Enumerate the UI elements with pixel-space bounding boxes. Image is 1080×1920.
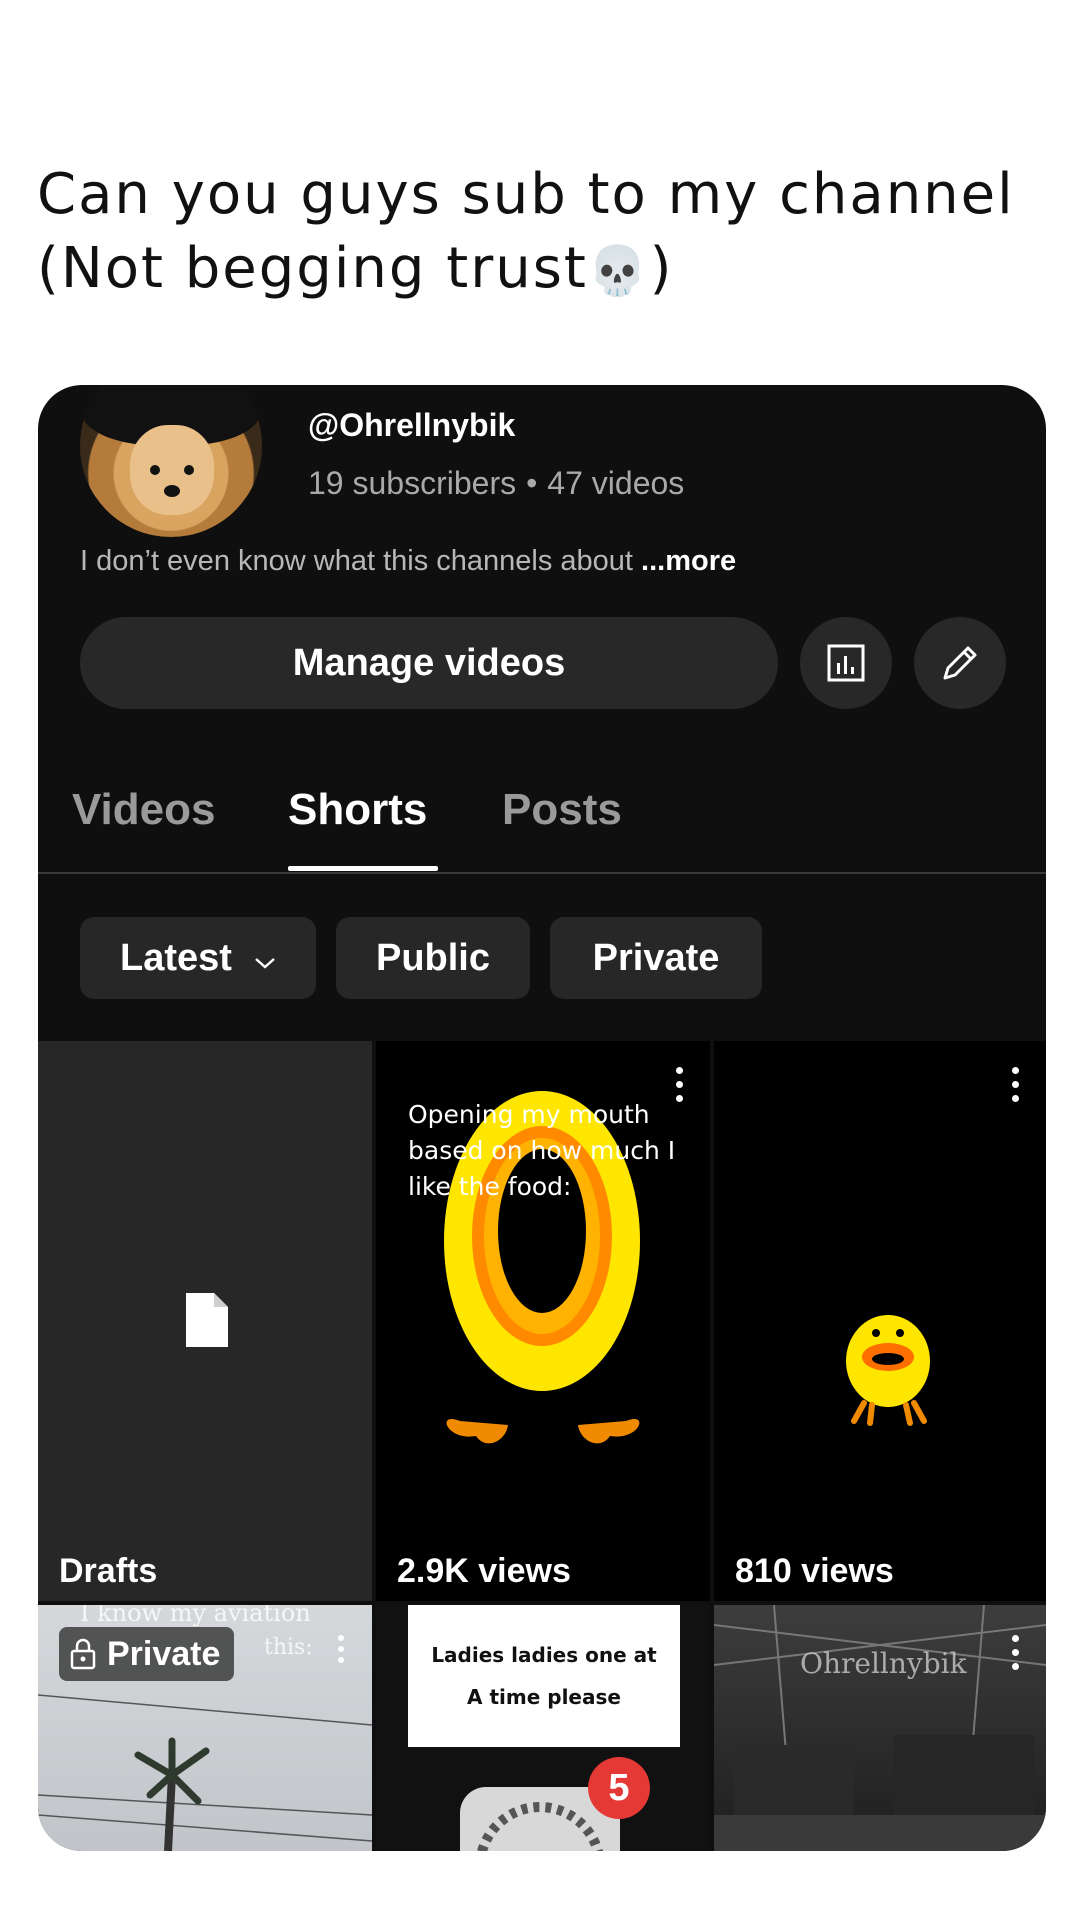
short-thumbnail[interactable]: Opening my mouth based on how much I lik… <box>376 1041 710 1601</box>
tab-divider <box>38 872 1046 874</box>
sort-label: Latest <box>120 936 232 979</box>
chevron-down-icon <box>254 937 276 980</box>
short-thumbnail-private[interactable]: I know my aviation this: Private <box>38 1605 372 1851</box>
notification-badge: 5 <box>588 1757 650 1819</box>
drafts-tile[interactable]: Drafts <box>38 1041 372 1601</box>
edit-button[interactable] <box>914 617 1006 709</box>
view-count: 810 views <box>735 1552 894 1590</box>
subscriber-count: 19 subscribers <box>308 465 517 501</box>
avatar-nose <box>164 485 180 497</box>
channel-screenshot: @Ohrellnybik 19 subscribers • 47 videos I … <box>38 385 1046 1851</box>
watermark-text: Ohrellnybik <box>800 1647 967 1680</box>
avatar[interactable] <box>80 385 262 537</box>
tab-videos[interactable]: Videos <box>72 785 215 835</box>
analytics-button[interactable] <box>800 617 892 709</box>
pencil-icon <box>943 646 977 680</box>
short-thumbnail[interactable]: Ladies ladies one at A time please 5 <box>376 1605 710 1851</box>
private-label: Private <box>107 1634 221 1673</box>
more-options-icon[interactable] <box>1012 1635 1020 1671</box>
more-link[interactable]: ...more <box>641 545 736 577</box>
thumbnail-line-1: Ladies ladies one at <box>431 1643 657 1667</box>
caption-line-2: (Not begging trust💀) <box>37 232 1037 308</box>
channel-description[interactable]: I don’t even know what this channels abo… <box>80 545 736 578</box>
manage-videos-button[interactable]: Manage videos <box>80 617 778 709</box>
post-caption: Can you guys sub to my channel (Not begg… <box>37 158 1037 308</box>
car-show-hall-image <box>714 1605 1046 1851</box>
video-count: 47 videos <box>547 465 685 501</box>
stats-separator: • <box>526 465 538 501</box>
channel-stats: 19 subscribers • 47 videos <box>308 465 684 502</box>
more-options-icon[interactable] <box>338 1635 346 1668</box>
thumbnail-caption: Opening my mouth based on how much I lik… <box>408 1100 676 1201</box>
caption-line-2-end: ) <box>649 236 674 301</box>
filter-private[interactable]: Private <box>550 917 762 999</box>
short-thumbnail[interactable]: Ohrellnybik <box>714 1605 1046 1851</box>
tab-shorts[interactable]: Shorts <box>288 785 427 835</box>
skull-emoji: 💀 <box>587 243 650 299</box>
short-thumbnail[interactable]: 810 views <box>714 1041 1046 1601</box>
tab-posts[interactable]: Posts <box>502 785 622 835</box>
filter-public[interactable]: Public <box>336 917 530 999</box>
description-text: I don’t even know what this channels abo… <box>80 545 633 577</box>
thumbnail-text-box: Ladies ladies one at A time please <box>408 1605 680 1747</box>
drafts-label: Drafts <box>59 1552 158 1590</box>
caption-line-2-text: (Not begging trust <box>37 236 588 301</box>
channel-handle: @Ohrellnybik <box>308 407 516 443</box>
sort-dropdown[interactable]: Latest <box>80 917 316 999</box>
avatar-eye-right <box>184 465 194 475</box>
avatar-dog-face <box>130 425 214 515</box>
thumbnail-line-2: A time please <box>467 1685 621 1709</box>
draft-document-icon <box>186 1293 228 1347</box>
small-duck-image <box>846 1315 930 1426</box>
caption-line-1: Can you guys sub to my channel <box>37 162 1015 227</box>
private-badge: Private <box>59 1627 235 1681</box>
analytics-icon <box>827 644 865 682</box>
more-options-icon[interactable] <box>1012 1067 1020 1103</box>
view-count: 2.9K views <box>397 1552 571 1590</box>
lock-icon <box>70 1638 96 1670</box>
avatar-eye-left <box>150 465 160 475</box>
active-tab-indicator <box>288 866 438 871</box>
